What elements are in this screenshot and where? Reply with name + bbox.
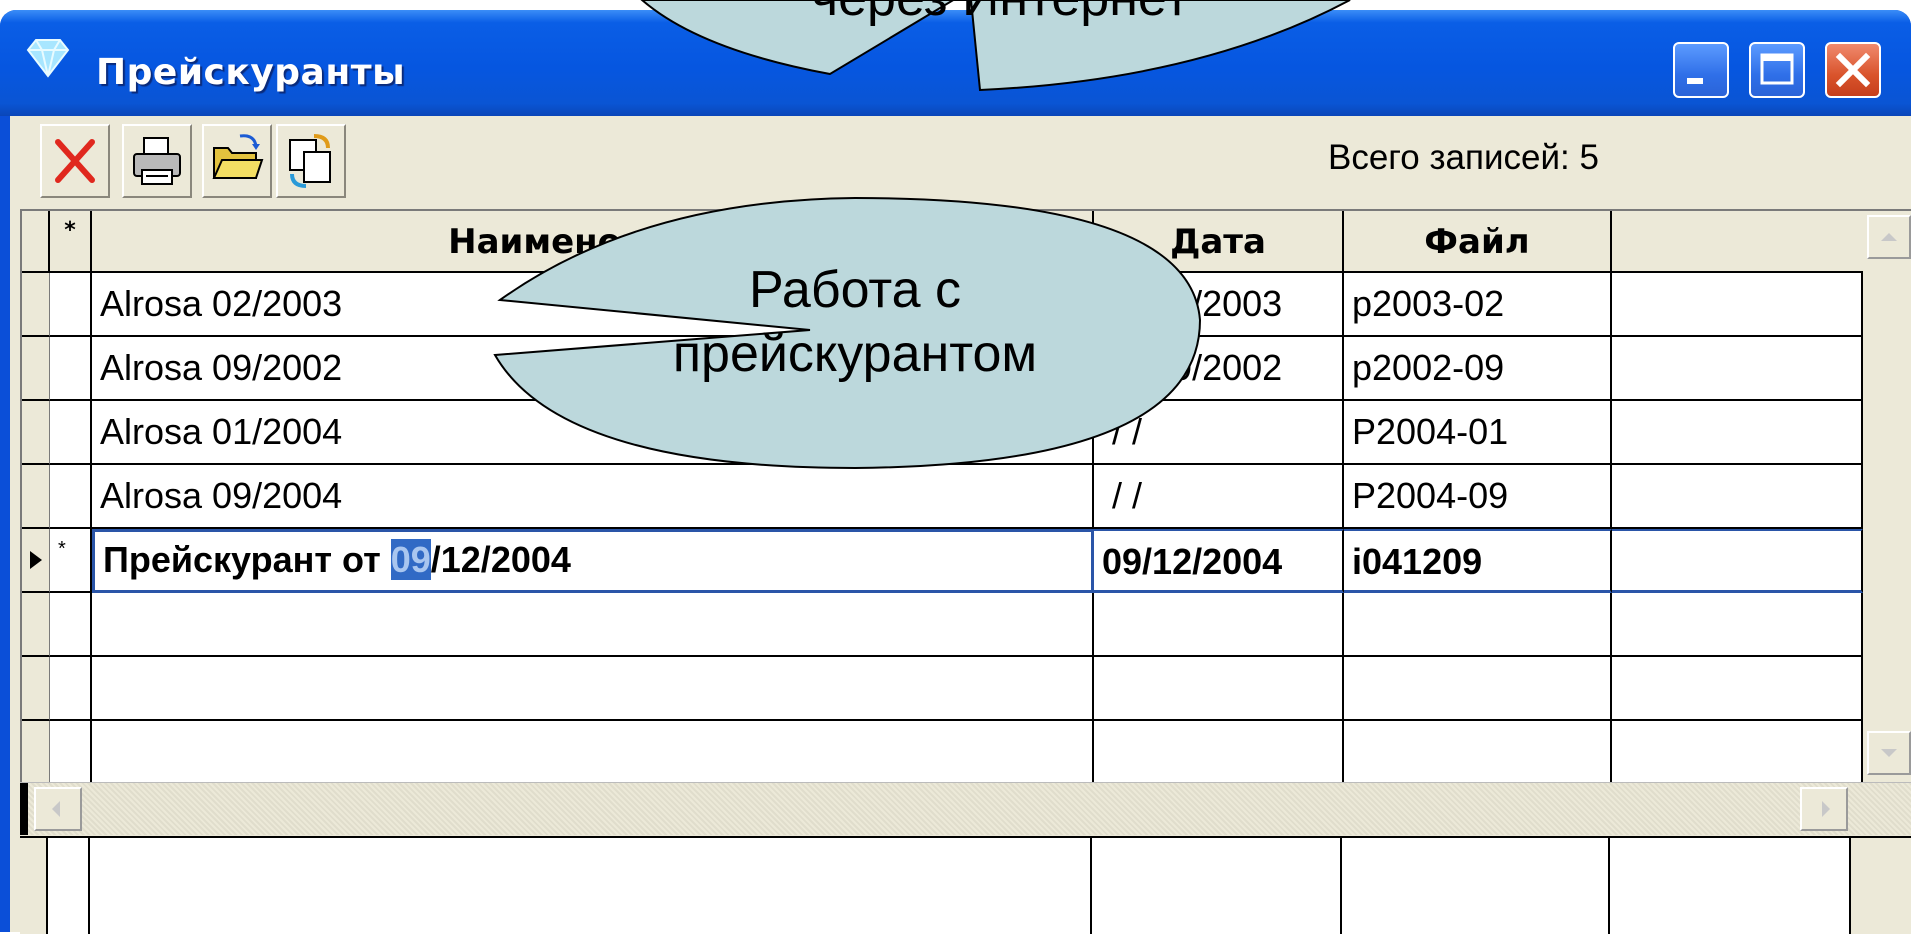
middle-callout-line-2: прейскурантом [672,325,1038,383]
middle-callout-text: Работа с прейскурантом [600,258,1110,386]
callout-overlay [493,0,1351,470]
middle-callout-line-1: Работа с [748,261,962,319]
top-callout-text: через Интернет [700,0,1300,28]
